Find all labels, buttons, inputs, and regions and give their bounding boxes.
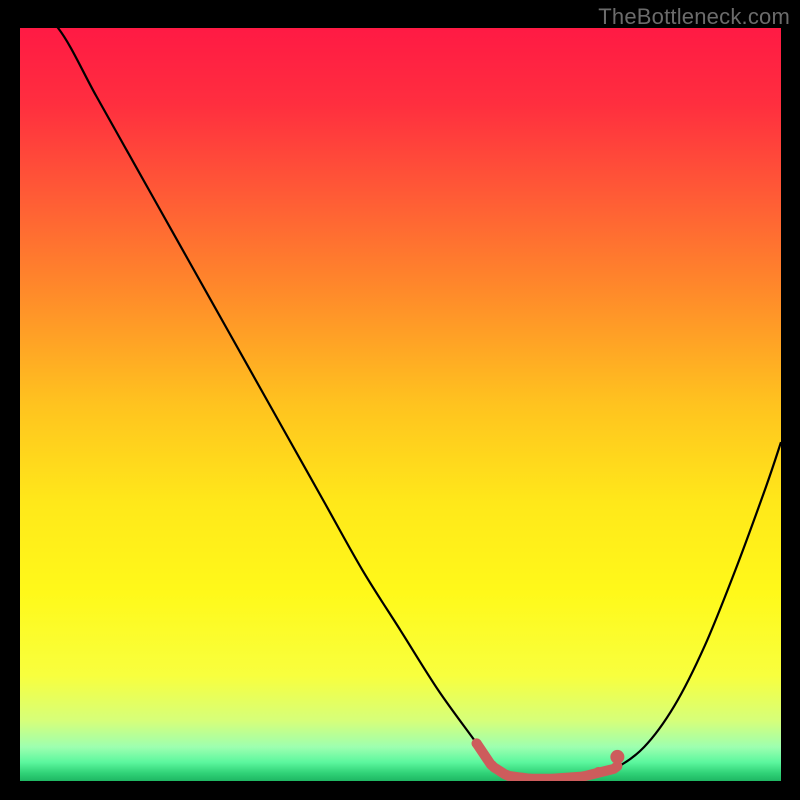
chart-container: TheBottleneck.com — [0, 0, 800, 800]
chart-background — [20, 28, 781, 781]
gradient-rect — [20, 28, 781, 781]
watermark-text: TheBottleneck.com — [598, 4, 790, 30]
